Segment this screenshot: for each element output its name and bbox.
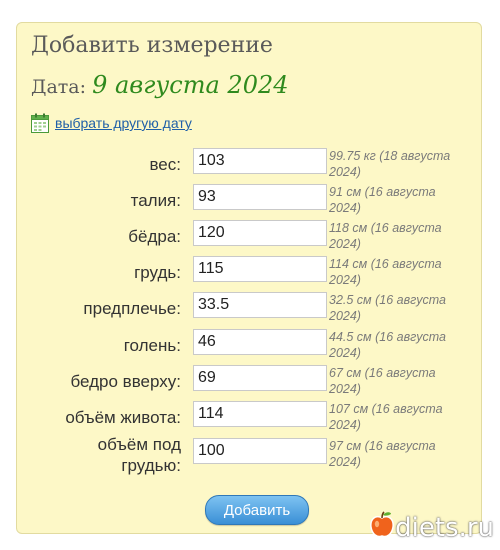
measurement-label: предплечье:: [83, 299, 181, 318]
measurement-input[interactable]: [193, 438, 327, 464]
measurement-label: вес:: [149, 155, 181, 174]
choose-date-control[interactable]: выбрать другую дату: [31, 113, 192, 133]
previous-measurement: 114 см (16 августа 2024): [329, 257, 442, 287]
measurement-label: голень:: [123, 336, 181, 355]
measurement-label: объём живота:: [65, 408, 181, 427]
measurement-input[interactable]: [193, 292, 327, 318]
measurement-row: талия: 91 см (16 августа 2024): [17, 184, 483, 220]
add-button[interactable]: Добавить: [205, 495, 309, 525]
date-line: Дата: 9 августа 2024: [31, 71, 289, 99]
choose-other-date-link[interactable]: выбрать другую дату: [55, 115, 192, 131]
measurement-input[interactable]: [193, 401, 327, 427]
measurement-label: бёдра:: [128, 227, 181, 246]
measurement-label: грудь:: [134, 263, 181, 282]
apple-icon: [369, 511, 395, 544]
add-measurement-panel: Добавить измерение Дата: 9 августа 2024 …: [16, 22, 482, 534]
measurement-row: бедро вверху: 67 см (16 августа 2024): [17, 365, 483, 401]
measurement-row: предплечье: 32.5 см (16 августа 2024): [17, 292, 483, 328]
measurement-row: объём под грудью: 97 см (16 августа 2024): [17, 435, 483, 475]
measurement-row: объём живота: 107 см (16 августа 2024): [17, 401, 483, 437]
measurement-label: талия:: [130, 191, 181, 210]
watermark-text: diets.ru: [395, 512, 494, 543]
previous-measurement: 44.5 см (16 августа 2024): [329, 330, 446, 360]
calendar-icon[interactable]: [31, 113, 49, 133]
form-title: Добавить измерение: [31, 33, 273, 58]
measurement-label: объём под грудью:: [97, 435, 181, 475]
diets-watermark: diets.ru: [369, 511, 494, 544]
previous-measurement: 67 см (16 августа 2024): [329, 366, 436, 396]
measurement-row: вес: 99.75 кг (18 августа 2024): [17, 148, 483, 184]
previous-measurement: 118 см (16 августа 2024): [329, 221, 442, 251]
measurement-input[interactable]: [193, 148, 327, 174]
measurement-input[interactable]: [193, 184, 327, 210]
measurement-row: грудь: 114 см (16 августа 2024): [17, 256, 483, 292]
measurement-row: голень: 44.5 см (16 августа 2024): [17, 329, 483, 365]
measurement-input[interactable]: [193, 256, 327, 282]
measurement-label: бедро вверху:: [70, 372, 182, 391]
date-value: 9 августа 2024: [92, 71, 289, 99]
previous-measurement: 32.5 см (16 августа 2024): [329, 293, 446, 323]
measurement-input[interactable]: [193, 329, 327, 355]
previous-measurement: 91 см (16 августа 2024): [329, 185, 436, 215]
measurement-input[interactable]: [193, 365, 327, 391]
previous-measurement: 107 см (16 августа 2024): [329, 402, 443, 432]
measurement-input[interactable]: [193, 220, 327, 246]
previous-measurement: 97 см (16 августа 2024): [329, 439, 436, 469]
previous-measurement: 99.75 кг (18 августа 2024): [329, 149, 451, 179]
measurement-row: бёдра: 118 см (16 августа 2024): [17, 220, 483, 256]
date-label: Дата:: [31, 76, 93, 98]
